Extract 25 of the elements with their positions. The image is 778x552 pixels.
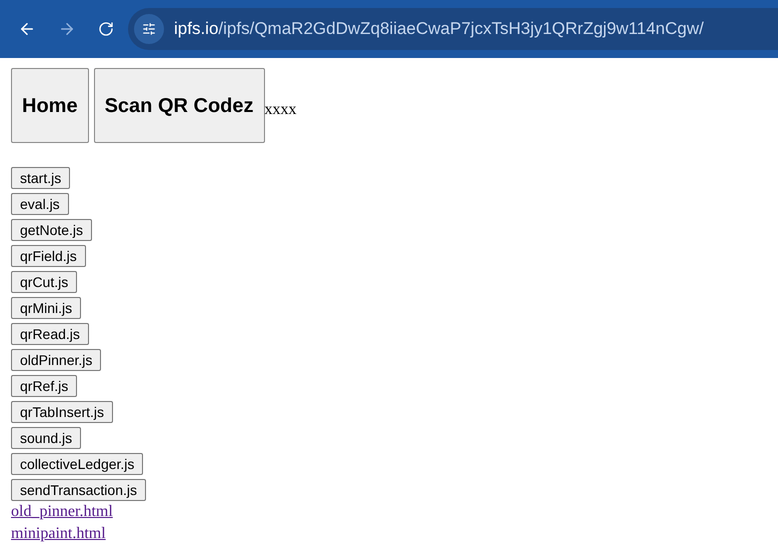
file-link[interactable]: old_pinner.html xyxy=(11,501,113,523)
script-button[interactable]: getNote.js xyxy=(11,219,92,241)
script-button[interactable]: qrRef.js xyxy=(11,375,78,397)
script-button[interactable]: qrTabInsert.js xyxy=(11,401,114,423)
script-button[interactable]: qrCut.js xyxy=(11,271,78,293)
script-button[interactable]: collectiveLedger.js xyxy=(11,453,144,475)
back-icon[interactable] xyxy=(18,20,36,38)
site-settings-icon[interactable] xyxy=(134,14,164,44)
script-button[interactable]: oldPinner.js xyxy=(11,349,102,371)
file-link[interactable]: minipaint.html xyxy=(11,523,106,545)
address-bar[interactable]: ipfs.io/ipfs/QmaR2GdDwZq8iiaeCwaP7jcxTsH3jy1QRrZgj9w114nCgw/ xyxy=(128,8,778,50)
url-domain: ipfs.io xyxy=(174,19,218,38)
nav-button[interactable]: Scan QR Codez xyxy=(94,68,264,143)
script-button[interactable]: qrMini.js xyxy=(11,297,82,319)
script-button[interactable]: qrRead.js xyxy=(11,323,89,345)
script-button[interactable]: start.js xyxy=(11,167,70,189)
reload-icon[interactable] xyxy=(98,21,114,37)
script-button[interactable]: qrField.js xyxy=(11,245,86,267)
script-button[interactable]: sound.js xyxy=(11,427,82,449)
forward-icon[interactable] xyxy=(58,20,76,38)
script-button[interactable]: sendTransaction.js xyxy=(11,479,146,501)
script-button[interactable]: eval.js xyxy=(11,193,69,215)
placeholder-text: xxxx xyxy=(264,100,296,120)
nav-button[interactable]: Home xyxy=(11,68,89,143)
url-path: /ipfs/QmaR2GdDwZq8iiaeCwaP7jcxTsH3jy1QRrZgj9w114nCgw/ xyxy=(218,19,704,38)
